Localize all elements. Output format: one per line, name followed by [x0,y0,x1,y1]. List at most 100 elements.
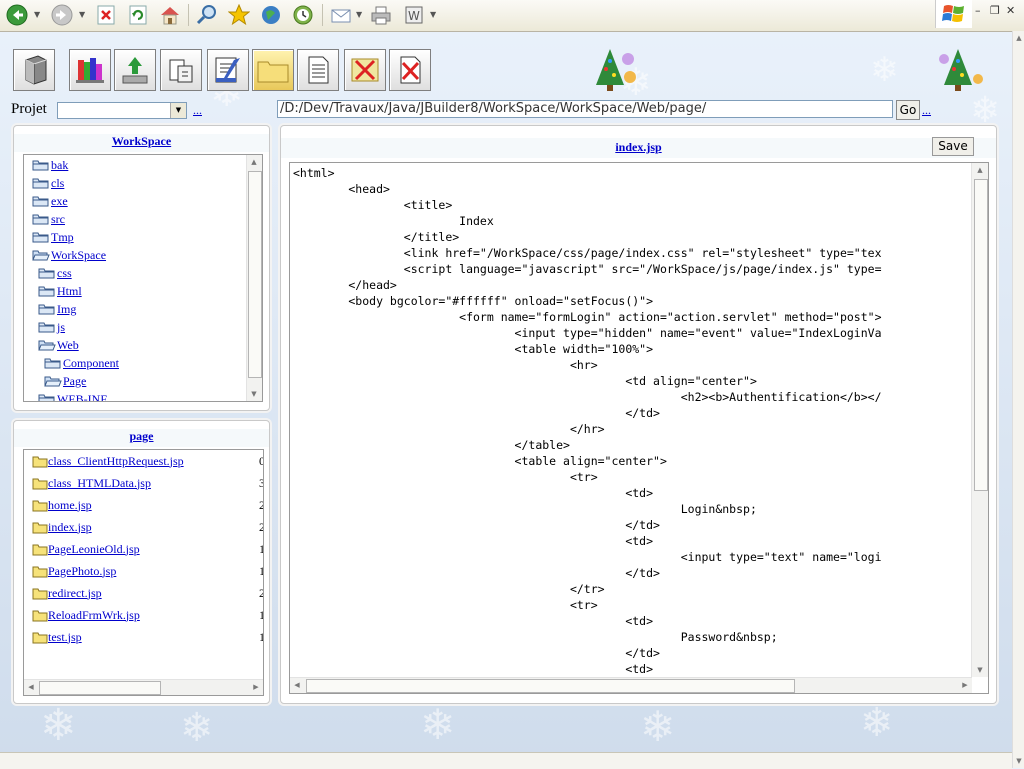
code-text[interactable]: <html> <head> <title> Index </title> <li… [293,165,882,677]
tree-item[interactable]: WEB-INF [38,391,107,401]
tree-item-label[interactable]: src [51,212,65,227]
workspace-tree[interactable]: bak cls exe src Tmp WorkSpace css Html Img js Web C… [23,154,263,402]
file-list-item[interactable]: home.jsp 25 [32,496,263,514]
forward-icon[interactable] [49,3,75,27]
go-button[interactable]: Go [896,100,920,120]
edit-dropdown-icon[interactable]: ▼ [430,10,436,19]
refresh-icon[interactable] [126,3,150,27]
editor-filename-link[interactable]: index.jsp [615,140,661,154]
page-title-link[interactable]: page [130,429,154,443]
file-name-link[interactable]: home.jsp [48,498,92,513]
file-list-hscrollbar[interactable]: ◀ ▶ [24,679,263,695]
tree-item[interactable]: bak [32,157,68,173]
file-name-link[interactable]: ReloadFrmWrk.jsp [48,608,140,623]
stop-icon[interactable] [94,3,118,27]
edit-icon[interactable]: W [402,3,426,27]
scroll-down-icon[interactable]: ▼ [1012,754,1024,768]
scrollbar-thumb[interactable] [306,679,795,693]
scrollbar-thumb[interactable] [248,171,262,378]
paste-button[interactable] [160,49,202,91]
tree-item-label[interactable]: exe [51,194,68,209]
scroll-down-icon[interactable]: ▼ [973,663,987,677]
new-document-button[interactable] [297,49,339,91]
file-list-item[interactable]: class_HTMLData.jsp 31 [32,474,263,492]
delete-button[interactable] [344,49,386,91]
code-hscrollbar[interactable]: ◀ ▶ [290,677,972,693]
scroll-up-icon[interactable]: ▲ [973,163,987,177]
search-icon[interactable] [194,3,220,27]
close-button[interactable]: ✕ [1006,4,1015,17]
tree-item-label[interactable]: Img [57,302,76,317]
file-list-item[interactable]: test.jsp 16 [32,628,263,646]
tree-item-label[interactable]: bak [51,158,68,173]
file-list-item[interactable]: redirect.jsp 21 [32,584,263,602]
scroll-down-icon[interactable]: ▼ [247,387,261,401]
file-name-link[interactable]: test.jsp [48,630,82,645]
file-name-link[interactable]: class_HTMLData.jsp [48,476,151,491]
tree-item[interactable]: Html [38,283,82,299]
save-button[interactable]: Save [932,137,974,156]
file-name-link[interactable]: redirect.jsp [48,586,102,601]
edit-document-button[interactable] [207,49,249,91]
upload-button[interactable] [114,49,156,91]
tree-item-label[interactable]: Page [63,374,86,389]
mail-icon[interactable] [328,3,354,27]
file-name-link[interactable]: PagePhoto.jsp [48,564,116,579]
history-icon[interactable] [290,3,316,27]
tree-item[interactable]: cls [32,175,64,191]
tree-item-label[interactable]: Html [57,284,82,299]
tree-item[interactable]: js [38,319,65,335]
mail-dropdown-icon[interactable]: ▼ [356,10,362,19]
projet-more-link[interactable]: ... [193,103,202,118]
tree-item[interactable]: Img [38,301,76,317]
file-list-item[interactable]: index.jsp 27 [32,518,263,536]
file-list-item[interactable]: PagePhoto.jsp 10 [32,562,263,580]
scrollbar-thumb[interactable] [39,681,161,695]
scroll-right-icon[interactable]: ▶ [249,680,263,694]
scroll-left-icon[interactable]: ◀ [290,678,304,692]
file-list-item[interactable]: class_ClientHttpRequest.jsp 05 [32,452,263,470]
file-name-link[interactable]: PageLeonieOld.jsp [48,542,140,557]
tree-item-label[interactable]: js [57,320,65,335]
tree-item[interactable]: exe [32,193,68,209]
minimize-button[interactable]: – [975,4,981,17]
tree-item-label[interactable]: Web [57,338,79,353]
scroll-right-icon[interactable]: ▶ [958,678,972,692]
file-name-link[interactable]: index.jsp [48,520,92,535]
folder-button[interactable] [252,49,294,91]
path-input[interactable]: /D:/Dev/Travaux/Java/JBuilder8/WorkSpace… [277,100,893,118]
path-more-link[interactable]: ... [922,103,931,118]
file-list-item[interactable]: PageLeonieOld.jsp 16 [32,540,263,558]
workspace-title-link[interactable]: WorkSpace [112,134,171,148]
scroll-left-icon[interactable]: ◀ [24,680,38,694]
tree-item[interactable]: src [32,211,65,227]
tree-item-label[interactable]: css [57,266,72,281]
tree-scrollbar[interactable]: ▲ ▼ [246,155,262,401]
code-vscrollbar[interactable]: ▲ ▼ [971,163,988,677]
media-icon[interactable] [258,3,284,27]
tree-item-label[interactable]: Component [63,356,119,371]
tree-item[interactable]: css [38,265,72,281]
back-dropdown-icon[interactable]: ▼ [34,10,40,19]
tree-item[interactable]: Tmp [32,229,74,245]
forward-dropdown-icon[interactable]: ▼ [79,10,85,19]
file-list-item[interactable]: ReloadFrmWrk.jsp 10 [32,606,263,624]
code-editor[interactable]: <html> <head> <title> Index </title> <li… [289,162,989,694]
scroll-up-icon[interactable]: ▲ [1012,31,1024,45]
tree-item[interactable]: Component [44,355,119,371]
file-list[interactable]: class_ClientHttpRequest.jsp 05 class_HTMLD… [23,449,264,696]
file-name-link[interactable]: class_ClientHttpRequest.jsp [48,454,184,469]
palette-button[interactable] [69,49,111,91]
tree-item-label[interactable]: cls [51,176,64,191]
scrollbar-thumb[interactable] [974,179,988,491]
back-icon[interactable] [4,3,30,27]
scroll-up-icon[interactable]: ▲ [247,155,261,169]
home-icon[interactable] [157,3,183,27]
tree-item[interactable]: WorkSpace [32,247,106,263]
tree-item-label[interactable]: Tmp [51,230,74,245]
tree-item[interactable]: Page [44,373,86,389]
server-button[interactable] [13,49,55,91]
tree-item[interactable]: Web [38,337,79,353]
delete-file-button[interactable] [389,49,431,91]
chevron-down-icon[interactable]: ▼ [170,103,186,118]
